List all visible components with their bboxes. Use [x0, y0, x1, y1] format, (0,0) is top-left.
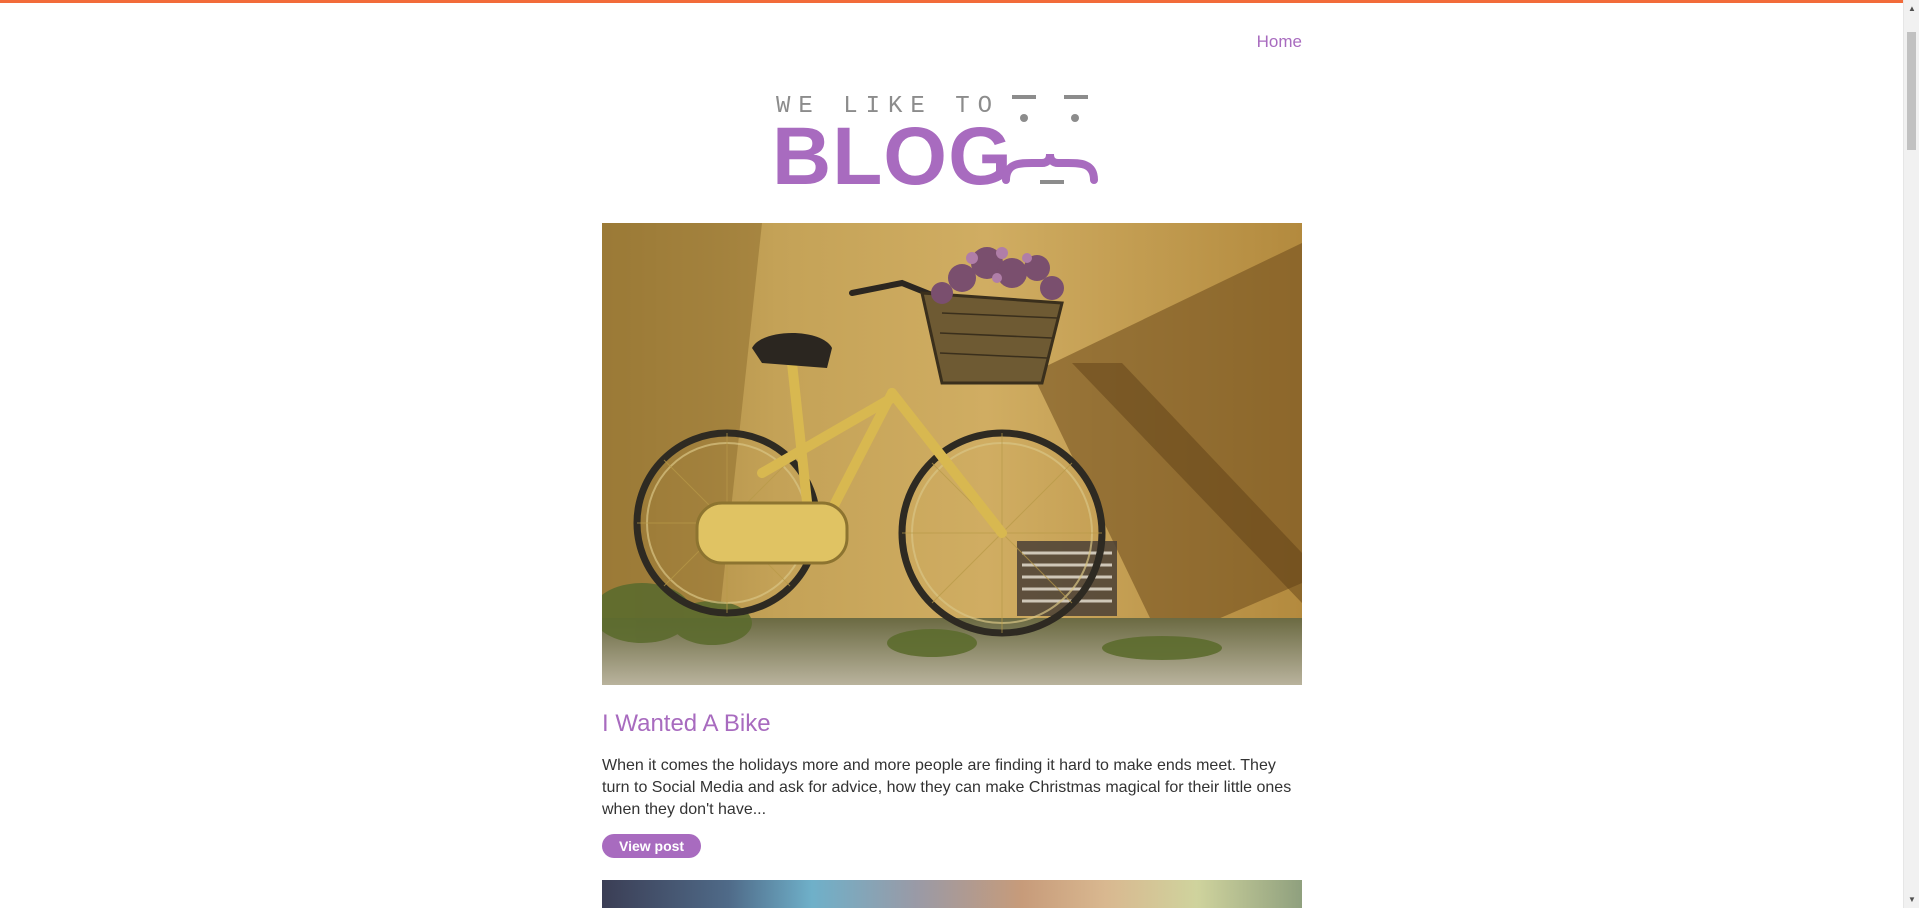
- site-logo[interactable]: WE LIKE TO BLOG: [760, 88, 1140, 202]
- nav-home-link[interactable]: Home: [1257, 32, 1302, 51]
- view-post-button[interactable]: View post: [602, 833, 702, 858]
- post-excerpt: When it comes the holidays more and more…: [602, 756, 1292, 818]
- post-title[interactable]: I Wanted A Bike: [602, 710, 1302, 739]
- vertical-scrollbar[interactable]: ▲ ▼: [1903, 0, 1919, 908]
- scroll-down-arrow-icon[interactable]: ▼: [1904, 891, 1919, 908]
- scroll-thumb[interactable]: [1907, 32, 1916, 150]
- logo-face-icon: [1002, 95, 1098, 184]
- bicycle-photo[interactable]: [602, 223, 1302, 685]
- page-viewport: Home WE LIKE TO BLOG I Wanted A Bike Whe…: [0, 0, 1903, 908]
- logo-wordmark: BLOG: [772, 111, 1013, 202]
- next-post-image[interactable]: [602, 880, 1302, 908]
- scroll-up-arrow-icon[interactable]: ▲: [1904, 0, 1919, 17]
- main-nav: Home: [602, 32, 1302, 52]
- post-card: I Wanted A Bike When it comes the holida…: [602, 223, 1302, 858]
- top-accent-bar: [0, 0, 1903, 3]
